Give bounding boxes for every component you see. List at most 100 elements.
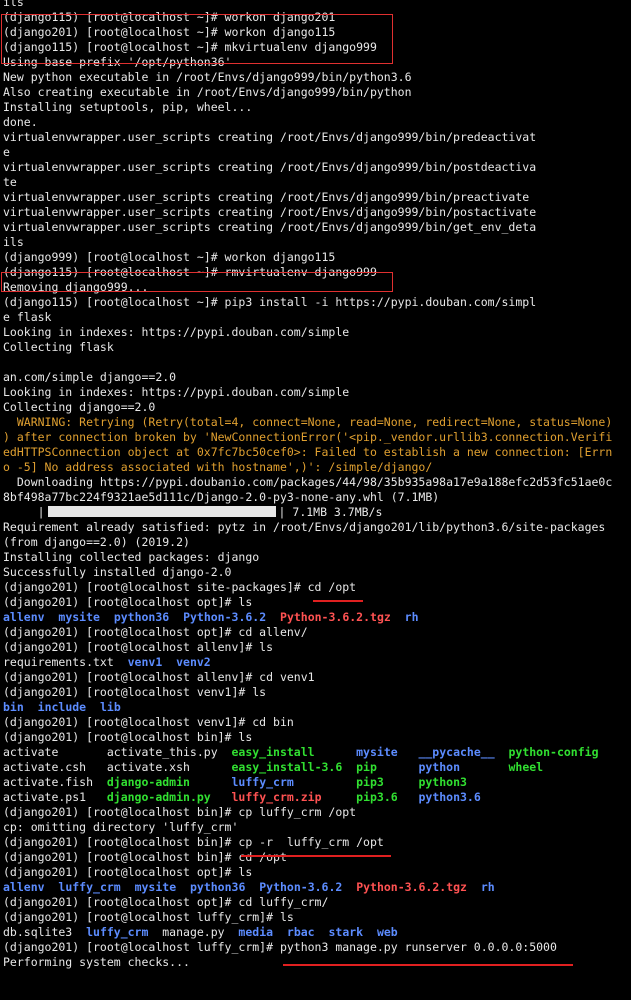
- terminal-text: (django201) [root@localhost allenv]# cd …: [3, 670, 315, 684]
- terminal-text-blue: bin: [3, 700, 24, 714]
- annotation-underline-cp-r: [241, 855, 391, 857]
- terminal-text: (django115) [root@localhost ~]# pip3 ins…: [3, 295, 537, 309]
- terminal-text: Also creating executable in /root/Envs/d…: [3, 85, 412, 99]
- terminal-text-blue: Python-3.6.2: [183, 610, 267, 624]
- terminal-text-green: django-admin: [106, 775, 190, 789]
- terminal-text-green: pip3: [356, 775, 384, 789]
- terminal-line: done.: [3, 115, 629, 130]
- terminal-text: virtualenvwrapper.user_scripts creating …: [3, 160, 537, 174]
- terminal-text: Requirement already satisfied: pytz in /…: [3, 520, 606, 534]
- terminal-text: virtualenvwrapper.user_scripts creating …: [3, 190, 530, 204]
- terminal-text: (django201) [root@localhost bin]# ls: [3, 730, 253, 744]
- terminal-text: (django201) [root@localhost allenv]# ls: [3, 640, 274, 654]
- terminal-text-blue: stark: [328, 925, 364, 939]
- terminal-text-green: django-admin.py: [106, 790, 211, 804]
- terminal-text: (django201) [root@localhost opt]# cd luf…: [3, 895, 329, 909]
- terminal-text: ils: [3, 235, 24, 249]
- terminal-line: (django201) [root@localhost allenv]# cd …: [3, 670, 629, 685]
- terminal-text-blue: python: [418, 760, 460, 774]
- terminal-text-warn: ) after connection broken by 'NewConnect…: [3, 430, 613, 444]
- terminal-line: Successfully installed django-2.0: [3, 565, 629, 580]
- terminal-text: (django201) [root@localhost bin]# cp luf…: [3, 805, 357, 819]
- terminal-text: (django201) [root@localhost bin]# cp -r …: [3, 835, 384, 849]
- terminal-line: e: [3, 145, 629, 160]
- terminal-line: allenv luffy_crm mysite python36 Python-…: [3, 880, 629, 895]
- terminal-line: (django201) [root@localhost opt]# cd luf…: [3, 895, 629, 910]
- terminal-text-blue: include: [37, 700, 87, 714]
- terminal-line: ils: [3, 235, 629, 250]
- terminal-text-blue: venv1: [127, 655, 163, 669]
- terminal-text-green: wheel: [508, 760, 544, 774]
- terminal-line: (django201) [root@localhost bin]# ls: [3, 730, 629, 745]
- terminal-text: e flask: [3, 310, 52, 324]
- terminal-line: e flask: [3, 310, 629, 325]
- terminal-line: virtualenvwrapper.user_scripts creating …: [3, 190, 629, 205]
- terminal-line: (django115) [root@localhost ~]# pip3 ins…: [3, 295, 629, 310]
- terminal-text: (django201) [root@localhost luffy_crm]# …: [3, 910, 294, 924]
- terminal-text-blue: web: [376, 925, 398, 939]
- terminal-output[interactable]: ils (django115) [root@localhost ~]# worko…: [3, 0, 629, 970]
- terminal-line: (django201) [root@localhost bin]# cp luf…: [3, 805, 629, 820]
- terminal-line: Also creating executable in /root/Envs/d…: [3, 85, 629, 100]
- terminal-line: (django201) [root@localhost venv1]# cd b…: [3, 715, 629, 730]
- terminal-line: Downloading https://pypi.doubanio.com/pa…: [3, 475, 629, 490]
- terminal-text: Collecting flask: [3, 340, 114, 354]
- terminal-text: 8bf498a77bc224f9321ae5d111c/Django-2.0-p…: [3, 490, 440, 504]
- terminal-line: (django201) [root@localhost opt]# ls: [3, 865, 629, 880]
- terminal-text: activate.fish: [3, 775, 107, 789]
- terminal-line: activate.fish django-admin luffy_crm pip…: [3, 775, 629, 790]
- terminal-line: (django201) [root@localhost bin]# cp -r …: [3, 835, 629, 850]
- terminal-line: Collecting flask: [3, 340, 629, 355]
- terminal-text: done.: [3, 115, 38, 129]
- terminal-text-blue: __pycache__: [418, 745, 495, 759]
- terminal-text-blue: python36: [189, 880, 246, 894]
- terminal-line: activate.ps1 django-admin.py luffy_crm.z…: [3, 790, 629, 805]
- terminal-text: Downloading https://pypi.doubanio.com/pa…: [3, 475, 613, 489]
- terminal-text: (django201) [root@localhost opt]# ls: [3, 865, 253, 879]
- terminal-text-warn: o -5] No address associated with hostnam…: [3, 460, 433, 474]
- terminal-text: requirements.txt: [3, 655, 128, 669]
- terminal-text: e: [3, 145, 10, 159]
- terminal-text-green: easy_install-3.6: [231, 760, 343, 774]
- terminal-text: cp: omitting directory 'luffy_crm': [3, 820, 239, 834]
- terminal-line: Performing system checks...: [3, 955, 629, 970]
- terminal-line: Installing setuptools, pip, wheel...: [3, 100, 629, 115]
- terminal-line: allenv mysite python36 Python-3.6.2 Pyth…: [3, 610, 629, 625]
- terminal-line: (django201) [root@localhost luffy_crm]# …: [3, 940, 629, 955]
- terminal-line: 8bf498a77bc224f9321ae5d111c/Django-2.0-p…: [3, 490, 629, 505]
- terminal-line: ) after connection broken by 'NewConnect…: [3, 430, 629, 445]
- annotation-box-rmvirtualenv: [1, 272, 393, 292]
- terminal-text-blue: luffy_crm: [231, 775, 294, 789]
- terminal-text-warn: edHTTPSConnection object at 0x7fc7bc50ce…: [3, 445, 613, 459]
- terminal-line: Requirement already satisfied: pytz in /…: [3, 520, 629, 535]
- terminal-text: an.com/simple django==2.0: [3, 370, 177, 384]
- terminal-line: (django201) [root@localhost allenv]# ls: [3, 640, 629, 655]
- download-progress-bar: [47, 506, 276, 517]
- terminal-line: virtualenvwrapper.user_scripts creating …: [3, 130, 629, 145]
- terminal-text: |: [3, 505, 45, 519]
- terminal-text-blue: lib: [99, 700, 121, 714]
- terminal-text: activate.csh activate.xsh: [3, 760, 232, 774]
- terminal-text: manage.py: [148, 925, 239, 939]
- terminal-line: te: [3, 175, 629, 190]
- terminal-line: cp: omitting directory 'luffy_crm': [3, 820, 629, 835]
- terminal-text-green: pip: [356, 760, 377, 774]
- terminal-text-blue: allenv: [3, 880, 45, 894]
